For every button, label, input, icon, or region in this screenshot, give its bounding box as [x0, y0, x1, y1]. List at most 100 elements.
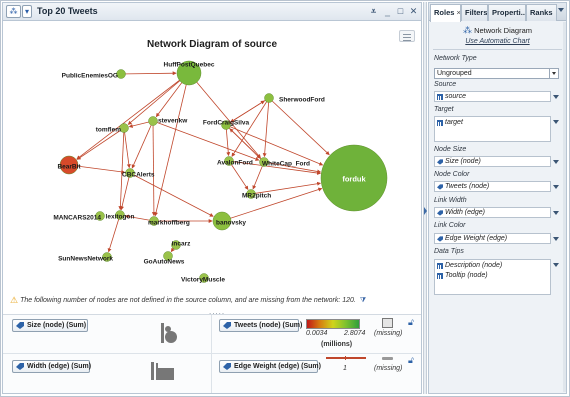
panel-scrollbar[interactable] [563, 22, 566, 392]
category-icon [437, 120, 443, 126]
node-size-field[interactable]: Size (node) [434, 156, 551, 167]
network-link[interactable] [118, 127, 125, 211]
source-dropdown-icon[interactable] [553, 95, 559, 99]
network-link[interactable] [131, 120, 154, 169]
tab-properties[interactable]: Properti... [488, 4, 526, 21]
link-color-label: Link Color [434, 222, 466, 229]
minimize-icon[interactable]: ‗ [382, 6, 393, 17]
network-link[interactable] [129, 172, 214, 217]
edge-value-label: 1 [343, 365, 347, 372]
edge-weight-chip[interactable]: Edge Weight (edge) (Sum) [219, 360, 321, 373]
network-link[interactable] [230, 97, 270, 123]
tweets-unit-label: (millions) [321, 341, 353, 348]
chevron-down-icon [549, 69, 558, 78]
network-link[interactable] [154, 72, 190, 217]
node-size-dropdown-icon[interactable] [553, 160, 559, 164]
target-label: Target [434, 106, 454, 113]
node-color-field[interactable]: Tweets (node) [434, 181, 551, 192]
network-link[interactable] [151, 120, 156, 217]
tab-roles[interactable]: Roles × [430, 4, 461, 22]
filter-icon[interactable]: ⩡ [368, 6, 379, 17]
measure-icon [437, 184, 443, 190]
tab-filters[interactable]: Filters [461, 4, 488, 21]
missing-edge-label: (missing) [374, 365, 403, 372]
network-diagram-icon: ⁂ [462, 25, 472, 35]
category-icon [437, 273, 443, 279]
node-label: WhiteCap_Ford [262, 161, 310, 168]
panel-titlebar: ⁂ ▾ Top 20 Tweets ⩡ ‗ □ ✕ [3, 3, 421, 21]
roles-panel: Roles × Filters Properti... Ranks ⁂ Netwo… [428, 2, 567, 394]
target-dropdown-icon[interactable] [553, 120, 559, 124]
network-link[interactable] [107, 214, 121, 253]
category-icon [437, 263, 443, 269]
measure-icon [437, 236, 443, 242]
target-field[interactable]: target [434, 116, 551, 142]
maximize-icon[interactable]: □ [395, 6, 406, 17]
measure-icon [16, 322, 24, 329]
funnel-icon[interactable]: ⧩ [360, 297, 366, 304]
link-color-dropdown-icon[interactable] [553, 237, 559, 241]
tab-ranks[interactable]: Ranks [526, 4, 557, 21]
node-label: incarz [172, 241, 192, 248]
size-node-chip[interactable]: Size (node) (Sum) [12, 319, 88, 332]
node-label: HuffPostQuebec [164, 62, 215, 69]
lock-icon[interactable]: 🔓︎ [408, 318, 415, 327]
missing-edge-swatch [382, 357, 393, 360]
network-link[interactable] [123, 127, 131, 169]
data-tips-dropdown-icon[interactable] [553, 263, 559, 267]
network-node[interactable] [148, 116, 158, 126]
data-tip-item: Tooltip (node) [436, 271, 488, 281]
network-link[interactable] [262, 97, 270, 158]
network-type-select[interactable]: Ungrouped [434, 68, 559, 79]
network-diagram-svg: PublicEnemiesOG HuffPostQuebec SherwoodFor… [53, 60, 388, 284]
close-icon[interactable]: ✕ [408, 6, 419, 17]
collapse-arrow-icon[interactable] [424, 207, 427, 215]
node-color-label: Node Color [434, 171, 470, 178]
network-chart[interactable]: Network Diagram of source PublicEnemiesO… [3, 22, 421, 292]
use-automatic-chart-link[interactable]: Use Automatic Chart [429, 38, 566, 45]
panel-splitter[interactable] [423, 2, 427, 394]
chevron-down-icon[interactable]: ▾ [22, 5, 32, 18]
data-tips-field[interactable]: Description (node) Tooltip (node) [434, 259, 551, 295]
category-icon [437, 94, 443, 100]
network-link[interactable] [152, 120, 260, 161]
divider [433, 49, 562, 50]
link-width-label: Link Width [434, 197, 467, 204]
node-label: SunNewsNetwork [58, 256, 113, 263]
network-link[interactable] [221, 187, 323, 222]
chart-panel: ⁂ ▾ Top 20 Tweets ⩡ ‗ □ ✕ Network Diagra… [2, 2, 422, 394]
network-link[interactable] [231, 97, 270, 157]
node-label: MANCARS2014 [53, 215, 101, 222]
node-label: stevenkw [158, 118, 188, 125]
measure-icon [437, 159, 443, 165]
missing-swatch [382, 318, 393, 328]
legend-area: Size (node) (Sum) Width (edge) (Sum) Twe… [3, 314, 421, 393]
network-link[interactable] [188, 72, 261, 159]
link-color-field[interactable]: Edge Weight (edge) [434, 233, 551, 244]
network-type-value: Ungrouped [437, 70, 472, 77]
link-width-field[interactable]: Width (edge) [434, 207, 551, 218]
width-edge-chip[interactable]: Width (edge) (Sum) [12, 360, 91, 373]
target-item: target [436, 118, 463, 128]
measure-icon [223, 322, 231, 329]
link-width-dropdown-icon[interactable] [553, 211, 559, 215]
missing-label: (missing) [374, 330, 403, 337]
source-field[interactable]: source [434, 91, 551, 102]
network-node[interactable] [264, 93, 274, 103]
node-label: lexitogon [106, 214, 135, 221]
lock-icon[interactable]: 🔓︎ [408, 356, 415, 365]
node-color-dropdown-icon[interactable] [553, 185, 559, 189]
tweets-max-label: 2.8074 [344, 330, 366, 337]
data-tips-label: Data Tips [434, 248, 464, 255]
network-link[interactable] [120, 71, 177, 76]
network-link[interactable] [76, 72, 190, 160]
node-label: markhoffberg [148, 220, 190, 227]
measure-icon [223, 363, 231, 370]
tweets-node-chip[interactable]: Tweets (node) (Sum) [219, 319, 302, 332]
node-label: BearBit [57, 164, 81, 171]
node-label: VictoryMuscle [181, 277, 225, 284]
tabs-menu-icon[interactable] [558, 8, 564, 12]
edge-color-swatch [326, 357, 366, 359]
chart-type-icon[interactable]: ⁂ [6, 5, 21, 18]
roles-header: ⁂ Network Diagram [429, 25, 566, 36]
